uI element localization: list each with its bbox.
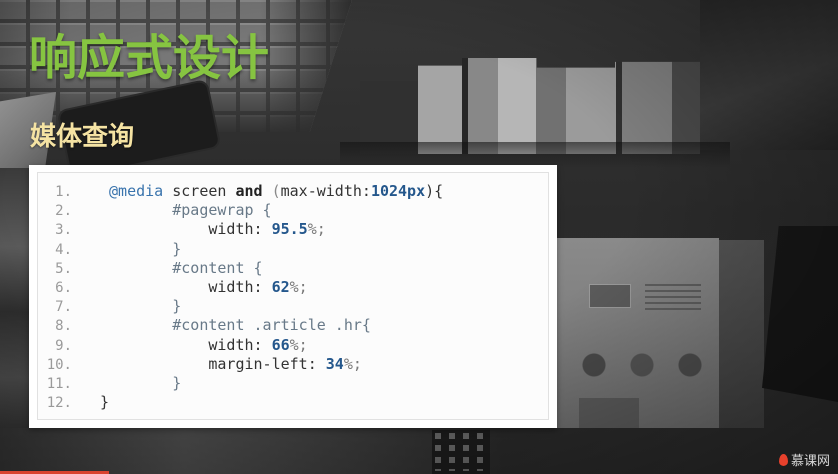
code-line: 5. #content { (38, 258, 548, 277)
code-text: @media screen and (max-width:1024px){ (100, 182, 443, 201)
code-token-logic: and (235, 182, 263, 200)
code-token-selector: #pagewrap { (100, 201, 272, 220)
code-token-plain: width: (100, 277, 272, 296)
code-token-selector: #content .article .hr{ (100, 316, 371, 335)
watermark-text: 慕课网 (790, 454, 830, 469)
code-text: } (100, 240, 181, 259)
code-token-number: 34 (325, 354, 344, 373)
slide-subtitle: 媒体查询 (30, 122, 135, 152)
line-number: 12. (46, 395, 72, 412)
code-line: 3. width: 95.5%; (38, 219, 548, 238)
code-panel: 1. @media screen and (max-width:1024px){… (37, 172, 549, 420)
code-token-selector: #content { (100, 258, 263, 277)
slide-title: 响应式设计 (29, 30, 270, 86)
code-line: 6. width: 62%; (38, 277, 548, 296)
line-number: 3. (55, 222, 72, 239)
code-line: 1. @media screen and (max-width:1024px){ (38, 181, 548, 200)
code-token-punct: ( (262, 182, 281, 200)
code-line: 12.} (38, 392, 548, 411)
flame-logo-icon (778, 454, 788, 466)
code-text: } (100, 297, 181, 316)
line-number: 9. (55, 337, 72, 354)
code-token-plain: screen (163, 182, 236, 200)
code-text: margin-left: 34%; (100, 355, 362, 374)
slide: 响应式设计 媒体查询 1. @media screen and (max-wid… (0, 0, 838, 474)
code-line: 11. } (38, 373, 548, 392)
code-token-number: 95.5 (271, 220, 308, 239)
code-token-plain: } (100, 393, 110, 412)
code-token-plain: ){ (425, 182, 444, 200)
code-token-at-rule: @media (100, 182, 164, 200)
code-line: 7. } (38, 296, 548, 315)
code-token-number: 66 (271, 335, 290, 354)
code-line: 2. #pagewrap { (38, 200, 548, 219)
code-token-selector: } (100, 373, 182, 392)
code-token-plain: width: (100, 335, 272, 354)
code-token-selector: } (100, 239, 182, 258)
line-number: 4. (55, 241, 72, 258)
code-token-number: 62 (271, 277, 290, 296)
code-lines: 1. @media screen and (max-width:1024px){… (38, 173, 548, 411)
code-block: 1. @media screen and (max-width:1024px){… (29, 165, 557, 428)
code-token-unit: %; (307, 220, 326, 239)
code-line: 9. width: 66%; (38, 335, 548, 354)
code-token-unit: %; (289, 335, 308, 354)
code-token-plain: max-width: (280, 182, 371, 200)
code-line: 4. } (38, 239, 548, 258)
code-token-unit: %; (289, 277, 308, 296)
code-text: width: 62%; (100, 277, 308, 297)
line-number: 8. (55, 318, 72, 335)
code-token-unit: %; (343, 354, 362, 373)
code-text: } (100, 374, 181, 393)
code-line: 10. margin-left: 34%; (38, 354, 548, 373)
imooc-watermark: 慕课网 (778, 454, 830, 470)
code-line: 8. #content .article .hr{ (38, 315, 548, 334)
code-text: } (100, 393, 109, 412)
code-token-selector: } (100, 297, 182, 316)
code-token-number: 1024px (370, 182, 426, 200)
code-token-plain: width: (100, 220, 272, 239)
code-text: #content .article .hr{ (100, 316, 371, 335)
code-text: width: 95.5%; (100, 220, 326, 239)
code-text: width: 66%; (100, 335, 308, 355)
code-text: #pagewrap { (100, 201, 272, 220)
code-text: #content { (100, 258, 263, 278)
code-token-plain: margin-left: (100, 354, 326, 373)
